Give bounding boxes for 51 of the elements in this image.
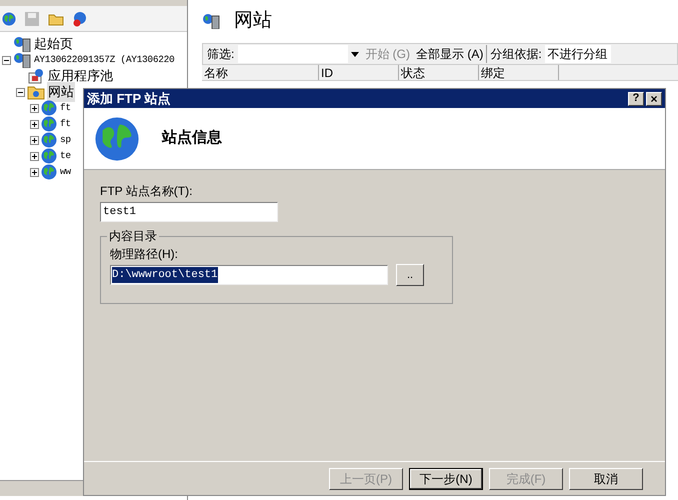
tree-item[interactable]: ww (59, 164, 72, 180)
globe-icon (41, 116, 57, 132)
show-all-button[interactable]: 全部显示 (A) (413, 45, 486, 63)
filter-field[interactable] (238, 45, 348, 63)
column-header[interactable]: 名称 (202, 65, 319, 80)
server-icon (13, 36, 31, 52)
folder-icon (27, 84, 45, 100)
expand-toggle[interactable] (30, 168, 39, 176)
step-heading: 站点信息 (162, 128, 222, 148)
globe-icon (41, 164, 57, 180)
dialog-title: 添加 FTP 站点 (87, 90, 171, 108)
tree-item[interactable]: ft (59, 116, 72, 132)
tree-item[interactable]: sp (59, 132, 72, 148)
site-name-label: FTP 站点名称(T): (100, 183, 194, 200)
expand-toggle[interactable] (30, 104, 39, 112)
expand-toggle[interactable] (30, 120, 39, 128)
tree-item[interactable]: 网站 (47, 82, 75, 102)
selected-text: D:\wwwroot\test1 (112, 266, 218, 284)
collapse-toggle[interactable] (2, 56, 11, 64)
wizard-button[interactable]: 取消 (569, 468, 643, 490)
tree-item[interactable]: te (59, 148, 72, 164)
expand-toggle[interactable] (30, 136, 39, 144)
close-button[interactable]: × (646, 92, 662, 106)
server-icon (13, 52, 31, 68)
site-name-field[interactable]: test1 (100, 202, 278, 222)
dropdown-icon[interactable] (351, 52, 360, 56)
globe-icon (41, 148, 57, 164)
page-title: 网站 (234, 8, 272, 33)
tree-item[interactable]: ft (59, 100, 72, 116)
tree-item[interactable]: 起始页 (33, 34, 74, 54)
globe-icon (41, 100, 57, 116)
tree-item[interactable]: AY130622091357Z (AY1306220 (33, 52, 176, 68)
collapse-toggle[interactable] (16, 88, 25, 96)
column-header[interactable]: ID (319, 65, 399, 80)
server-icon (202, 13, 220, 29)
globe-icon (94, 116, 140, 162)
disconnect-icon[interactable] (72, 10, 88, 26)
pool-icon (27, 68, 45, 84)
help-button[interactable]: ? (628, 92, 644, 106)
column-header[interactable]: 绑定 (479, 65, 559, 80)
connect-icon (2, 12, 16, 26)
browse-button[interactable]: .. (396, 264, 424, 286)
path-field[interactable]: D:\wwwroot\test1 (110, 265, 388, 285)
column-header[interactable]: 状态 (399, 65, 479, 80)
expand-toggle[interactable] (30, 152, 39, 160)
wizard-button[interactable]: 下一步(N) (409, 468, 483, 490)
group-title: 内容目录 (107, 228, 159, 244)
group-dropdown[interactable]: 不进行分组 (544, 45, 611, 63)
globe-icon (41, 132, 57, 148)
path-label: 物理路径(H): (110, 246, 179, 263)
filter-label: 筛选: (206, 46, 236, 63)
